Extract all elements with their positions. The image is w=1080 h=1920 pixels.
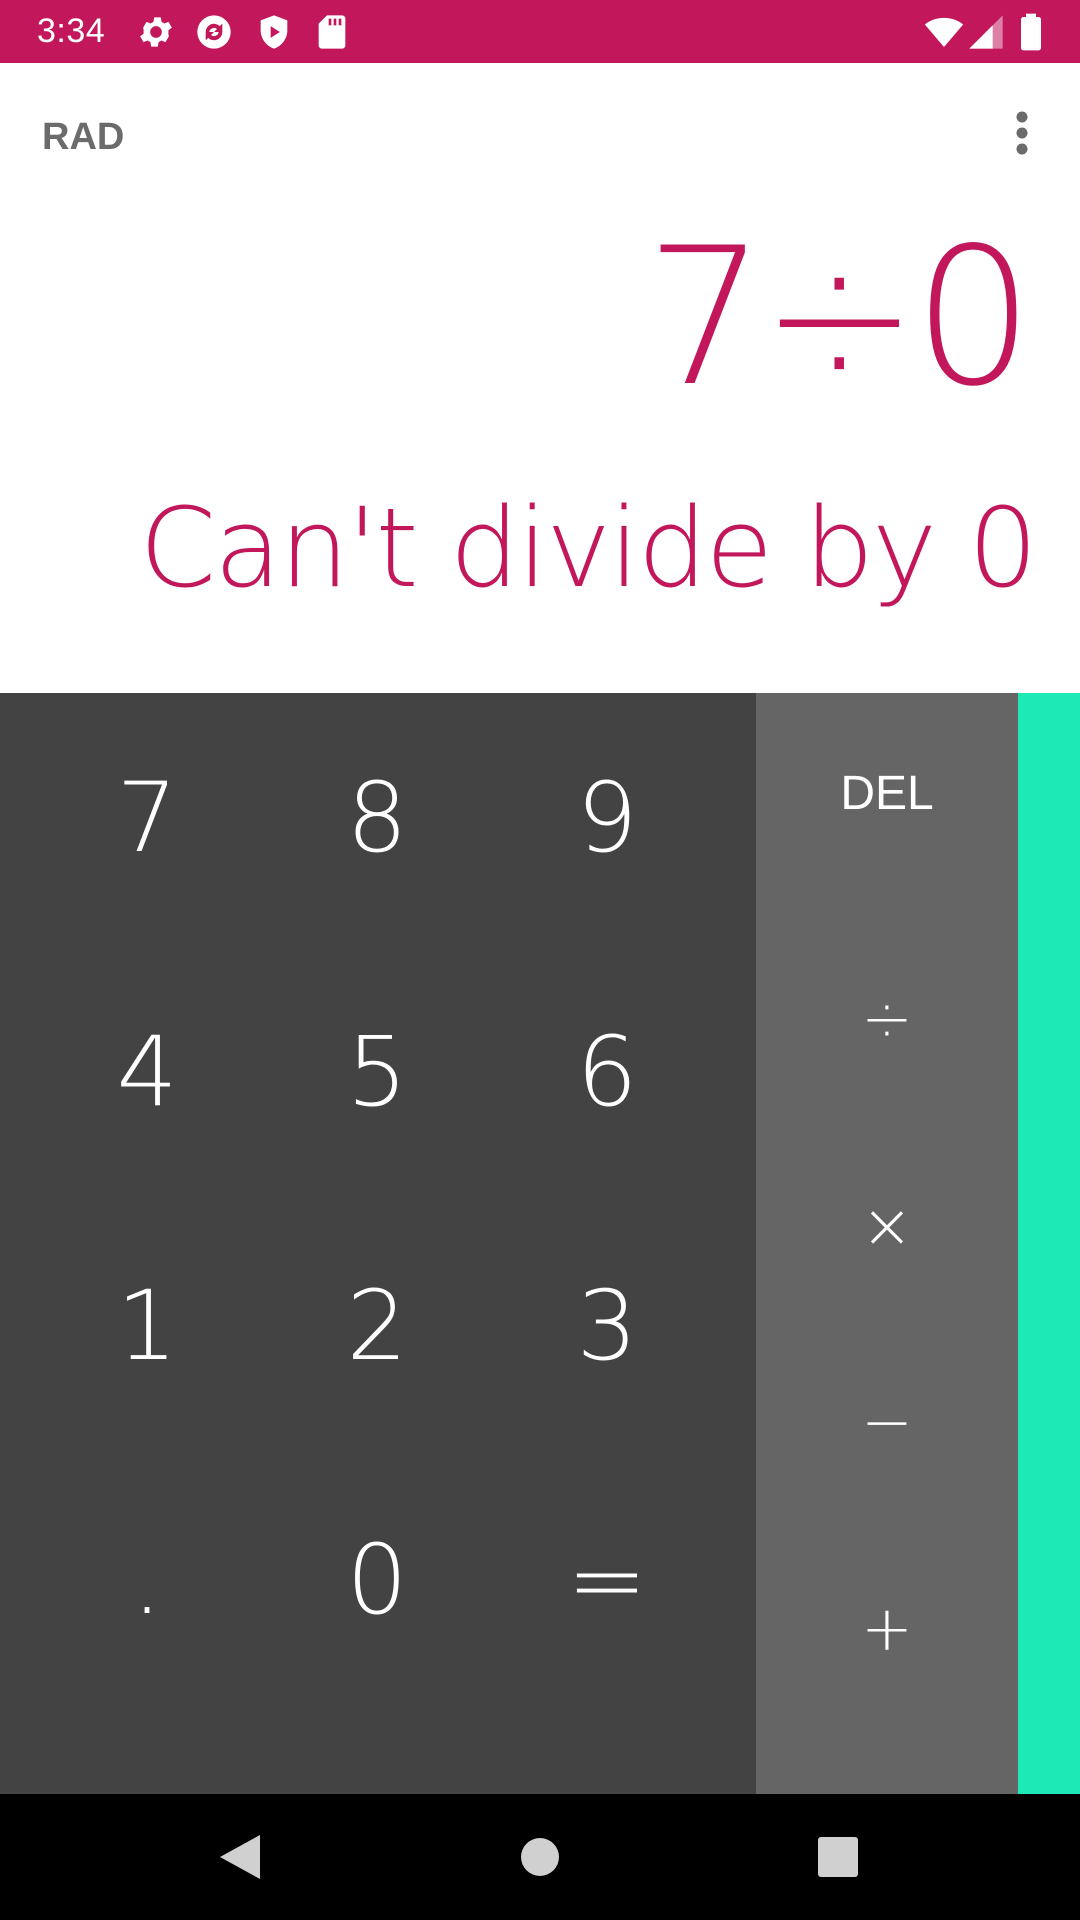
plus-button[interactable]: + bbox=[756, 1528, 1018, 1728]
overflow-menu-icon[interactable] bbox=[1002, 103, 1042, 163]
advanced-panel-handle[interactable] bbox=[1018, 693, 1080, 1794]
sync-icon bbox=[197, 15, 231, 49]
status-bar: 3:34 bbox=[0, 0, 1080, 63]
result-field: Can't divide by 0 bbox=[139, 484, 1038, 612]
calculator-display: RAD 7÷0 Can't divide by 0 bbox=[0, 63, 1080, 693]
digit-4-button[interactable]: 4 bbox=[32, 947, 262, 1197]
digit-8-button[interactable]: 8 bbox=[262, 693, 492, 943]
gear-icon bbox=[140, 17, 172, 47]
wifi-icon bbox=[924, 17, 964, 47]
back-icon[interactable] bbox=[208, 1827, 268, 1887]
equals-button[interactable]: = bbox=[492, 1455, 722, 1705]
cell-signal-icon bbox=[969, 15, 1003, 49]
digit-1-button[interactable]: 1 bbox=[32, 1201, 262, 1451]
navigation-bar bbox=[0, 1794, 1080, 1920]
digit-5-button[interactable]: 5 bbox=[262, 947, 492, 1197]
home-icon[interactable] bbox=[510, 1827, 570, 1887]
recents-icon[interactable] bbox=[808, 1827, 868, 1887]
digit-2-button[interactable]: 2 bbox=[262, 1201, 492, 1451]
operator-keypad: DEL ÷ × − + bbox=[756, 693, 1018, 1794]
shield-play-icon bbox=[260, 15, 288, 49]
delete-button[interactable]: DEL bbox=[756, 713, 1018, 873]
digit-3-button[interactable]: 3 bbox=[492, 1201, 722, 1451]
multiply-button[interactable]: × bbox=[756, 1125, 1018, 1325]
angle-mode-label[interactable]: RAD bbox=[42, 116, 124, 159]
minus-button[interactable]: − bbox=[756, 1321, 1018, 1521]
sd-card-icon bbox=[318, 15, 346, 49]
digit-7-button[interactable]: 7 bbox=[32, 693, 262, 943]
digit-0-button[interactable]: 0 bbox=[262, 1455, 492, 1705]
decimal-point-button[interactable]: . bbox=[32, 1455, 262, 1705]
digit-9-button[interactable]: 9 bbox=[492, 693, 722, 943]
divide-button[interactable]: ÷ bbox=[756, 918, 1018, 1118]
status-time: 3:34 bbox=[37, 12, 106, 50]
digit-6-button[interactable]: 6 bbox=[492, 947, 722, 1197]
battery-icon bbox=[1021, 13, 1041, 51]
expression-field[interactable]: 7÷0 bbox=[645, 223, 1034, 413]
numeric-keypad: 7 8 9 4 5 6 1 2 3 . 0 = bbox=[0, 693, 756, 1794]
